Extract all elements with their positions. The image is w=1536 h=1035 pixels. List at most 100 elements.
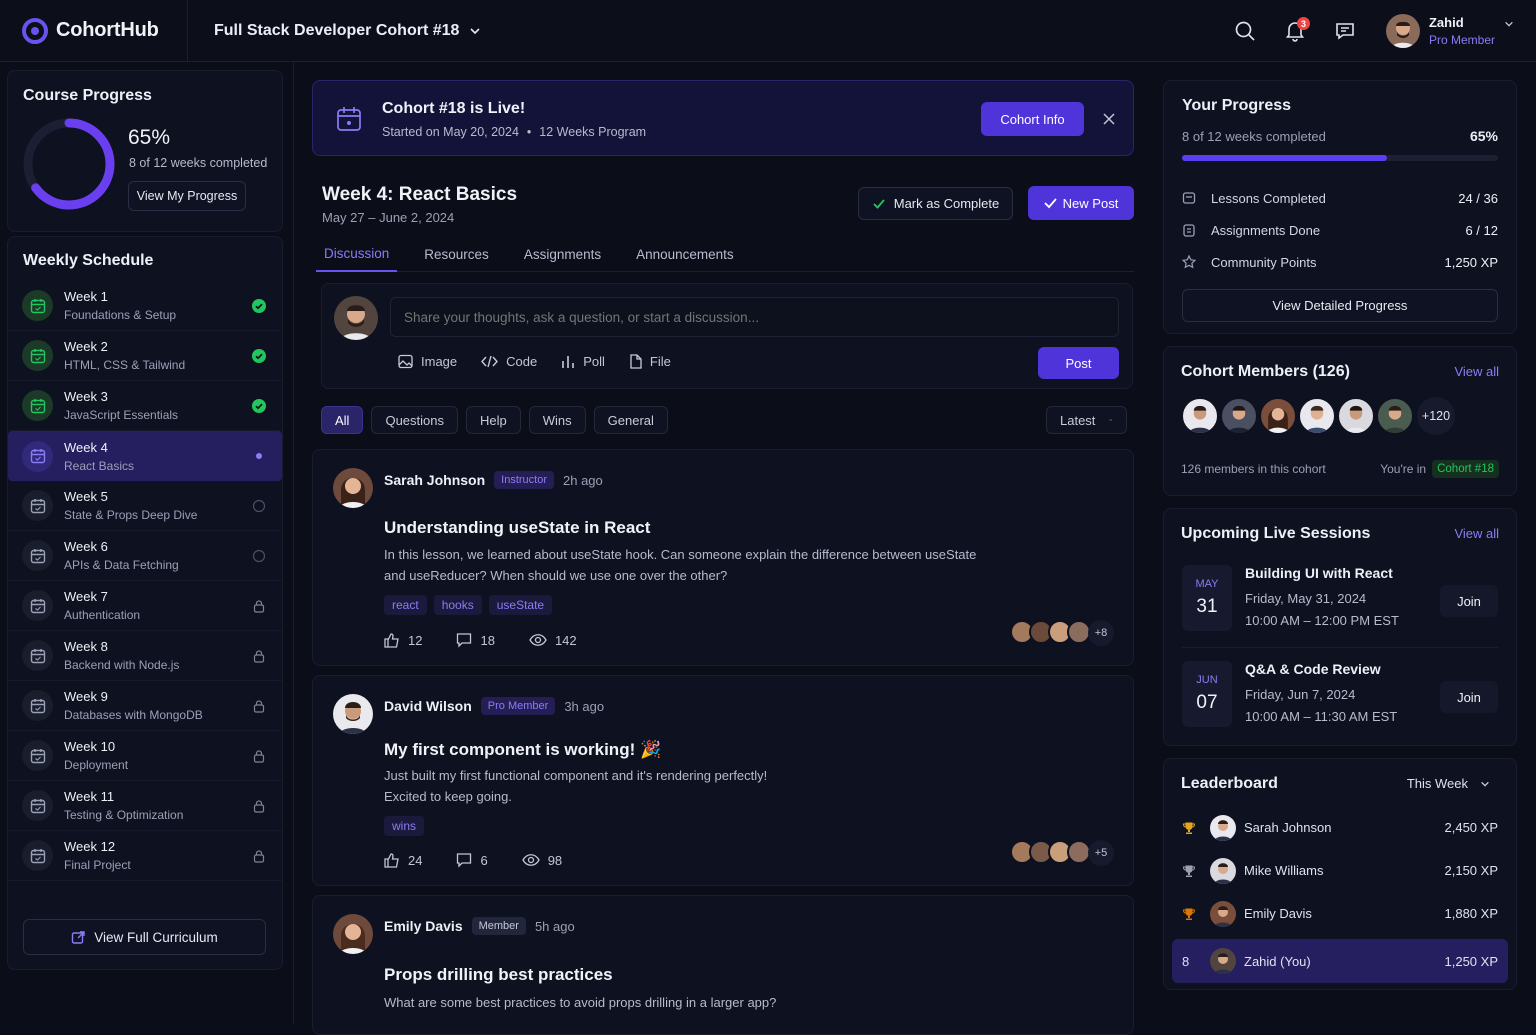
post-title[interactable]: Props drilling best practices xyxy=(384,965,613,985)
member-avatar[interactable] xyxy=(1376,397,1414,435)
send-icon xyxy=(1044,197,1057,208)
post-card[interactable]: Sarah Johnson Instructor 2h ago Understa… xyxy=(312,449,1134,666)
tab-resources[interactable]: Resources xyxy=(416,236,497,272)
filter-wins[interactable]: Wins xyxy=(528,406,586,434)
week-item-2[interactable]: Week 2 HTML, CSS & Tailwind xyxy=(8,331,282,381)
sort-select[interactable]: Latest xyxy=(1046,406,1127,434)
mark-complete-button[interactable]: Mark as Complete xyxy=(858,187,1013,220)
post-author[interactable]: Emily Davis xyxy=(384,918,463,934)
post-body: In this lesson, we learned about useStat… xyxy=(384,544,976,586)
like-button[interactable]: 12 xyxy=(384,632,422,648)
search-button[interactable] xyxy=(1220,6,1270,56)
week-item-3[interactable]: Week 3 JavaScript Essentials xyxy=(8,381,282,431)
post-tag[interactable]: hooks xyxy=(433,595,482,615)
messages-button[interactable] xyxy=(1320,6,1370,56)
chevron-down-icon xyxy=(1505,21,1513,27)
role-badge: Instructor xyxy=(494,471,554,489)
post-body-line: Excited to keep going. xyxy=(384,789,512,804)
post-author[interactable]: Sarah Johnson xyxy=(384,472,485,488)
filter-questions[interactable]: Questions xyxy=(371,406,458,434)
week-item-10[interactable]: Week 10 Deployment xyxy=(8,731,282,781)
post-title[interactable]: Understanding useState in React xyxy=(384,518,650,538)
new-post-button[interactable]: New Post xyxy=(1028,186,1134,220)
cohort-info-button[interactable]: Cohort Info xyxy=(981,102,1084,136)
sessions-view-all-link[interactable]: View all xyxy=(1454,526,1499,541)
comment-button[interactable]: 18 xyxy=(456,632,495,648)
leaderboard-row[interactable]: 8 Zahid (You) 1,250 XP xyxy=(1172,939,1508,983)
attach-file-button[interactable]: File xyxy=(629,354,671,369)
user-menu[interactable]: Zahid Pro Member xyxy=(1385,14,1514,48)
post-card[interactable]: David Wilson Pro Member 3h ago My first … xyxy=(312,675,1134,886)
post-title[interactable]: My first component is working! 🎉 xyxy=(384,740,661,760)
week-item-4[interactable]: Week 4 React Basics xyxy=(8,431,282,481)
week-item-9[interactable]: Week 9 Databases with MongoDB xyxy=(8,681,282,731)
leaderboard-period-select[interactable]: This Week xyxy=(1407,776,1490,791)
week-item-title: Week 7 xyxy=(64,589,108,604)
member-avatar[interactable] xyxy=(1181,397,1219,435)
post-tag[interactable]: wins xyxy=(384,816,425,836)
calendar-icon xyxy=(22,440,53,472)
session-time: 10:00 AM – 12:00 PM EST xyxy=(1245,613,1399,628)
week-item-title: Week 5 xyxy=(64,489,108,504)
week-item-5[interactable]: Week 5 State & Props Deep Dive xyxy=(8,481,282,531)
post-author[interactable]: David Wilson xyxy=(384,698,472,714)
week-item-8[interactable]: Week 8 Backend with Node.js xyxy=(8,631,282,681)
composer-input[interactable] xyxy=(390,297,1119,337)
comment-count: 6 xyxy=(480,852,488,868)
calendar-icon xyxy=(337,107,361,131)
comment-button[interactable]: 6 xyxy=(456,852,488,868)
tab-announcements[interactable]: Announcements xyxy=(628,236,742,272)
post-card[interactable]: Emily Davis Member 5h ago Props drilling… xyxy=(312,895,1134,1035)
join-session-button[interactable]: Join xyxy=(1440,681,1498,713)
code-label: Code xyxy=(506,354,538,369)
tab-assignments[interactable]: Assignments xyxy=(516,236,609,272)
leaderboard-row[interactable]: Sarah Johnson 2,450 XP xyxy=(1172,806,1508,849)
cohort-selector[interactable]: Full Stack Developer Cohort #18 xyxy=(214,22,481,40)
member-avatars: +120 xyxy=(1181,397,1455,435)
member-avatar[interactable] xyxy=(1259,397,1297,435)
week-item-1[interactable]: Week 1 Foundations & Setup xyxy=(8,281,282,331)
attach-image-button[interactable]: Image xyxy=(398,354,457,369)
view-my-progress-button[interactable]: View My Progress xyxy=(128,181,246,211)
filter-general[interactable]: General xyxy=(593,406,668,434)
filter-all[interactable]: All xyxy=(321,406,364,434)
week-item-subtitle: Databases with MongoDB xyxy=(64,708,203,722)
view-detailed-progress-button[interactable]: View Detailed Progress xyxy=(1182,289,1498,322)
attach-poll-button[interactable]: Poll xyxy=(561,354,605,369)
participant-avatars[interactable]: +8 xyxy=(1010,620,1114,646)
member-avatar[interactable] xyxy=(1298,397,1336,435)
week-item-subtitle: React Basics xyxy=(64,458,135,473)
tab-discussion[interactable]: Discussion xyxy=(316,236,398,272)
session-item: JUN 07 Q&A & Code Review Friday, Jun 7, … xyxy=(1182,661,1498,727)
view-full-curriculum-button[interactable]: View Full Curriculum xyxy=(23,919,266,955)
week-item-title: Week 3 xyxy=(64,389,108,404)
members-more[interactable]: +120 xyxy=(1417,397,1455,435)
week-item-6[interactable]: Week 6 APIs & Data Fetching xyxy=(8,531,282,581)
week-item-subtitle: HTML, CSS & Tailwind xyxy=(64,358,186,372)
join-session-button[interactable]: Join xyxy=(1440,585,1498,617)
leaderboard-row[interactable]: Mike Williams 2,150 XP xyxy=(1172,849,1508,892)
post-tag[interactable]: react xyxy=(384,595,427,615)
week-item-12[interactable]: Week 12 Final Project xyxy=(8,831,282,881)
close-icon[interactable] xyxy=(1103,113,1115,125)
member-avatar[interactable] xyxy=(1220,397,1258,435)
stat-value: 1,250 XP xyxy=(1444,254,1499,270)
post-tag[interactable]: useState xyxy=(488,595,553,615)
notifications-button[interactable]: 3 xyxy=(1270,6,1320,56)
week-item-11[interactable]: Week 11 Testing & Optimization xyxy=(8,781,282,831)
filter-help[interactable]: Help xyxy=(466,406,521,434)
week-status xyxy=(252,398,266,413)
member-avatar[interactable] xyxy=(1337,397,1375,435)
like-button[interactable]: 24 xyxy=(384,852,422,868)
session-item: MAY 31 Building UI with React Friday, Ma… xyxy=(1182,565,1498,631)
members-view-all-link[interactable]: View all xyxy=(1454,364,1499,379)
week-item-7[interactable]: Week 7 Authentication xyxy=(8,581,282,631)
brand-logo[interactable]: CohortHub xyxy=(0,0,188,62)
leaderboard-row[interactable]: Emily Davis 1,880 XP xyxy=(1172,892,1508,935)
calendar-icon xyxy=(22,340,53,371)
weekly-schedule-card: Weekly Schedule Week 1 Foundations & Setu… xyxy=(7,236,283,970)
lock-icon xyxy=(253,599,265,613)
post-button[interactable]: Post xyxy=(1038,347,1119,379)
attach-code-button[interactable]: Code xyxy=(481,354,537,369)
participant-avatars[interactable]: +5 xyxy=(1010,840,1114,866)
